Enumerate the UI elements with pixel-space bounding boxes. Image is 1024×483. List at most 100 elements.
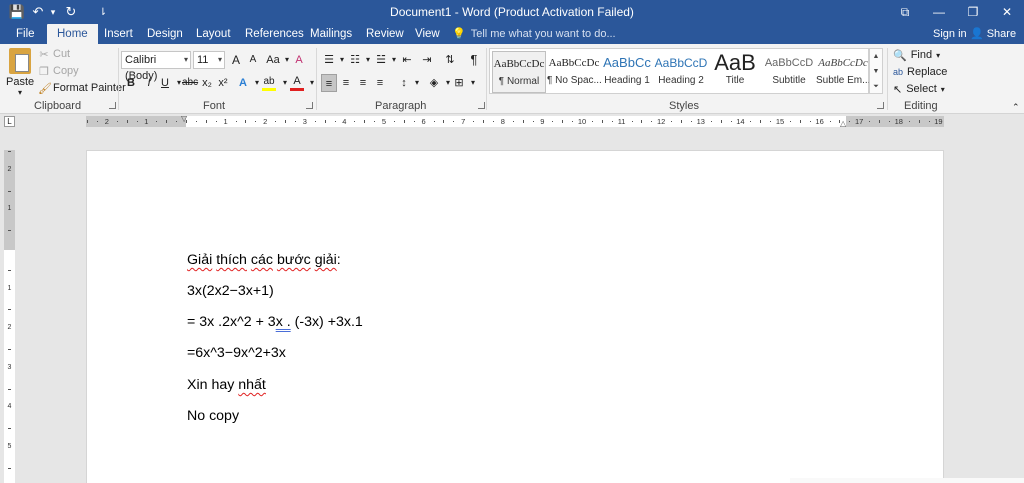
tab-mailings[interactable]: Mailings [304, 24, 358, 44]
vertical-ruler[interactable]: 2 1 1 2 3 4 5 [4, 150, 15, 483]
numbering-icon[interactable]: ☷ [348, 51, 362, 69]
ribbon-display-options-icon[interactable]: ⧉ [888, 0, 922, 24]
font-name-combo[interactable]: Calibri (Body) ▾ [121, 51, 191, 82]
chevron-down-icon[interactable]: ▾ [466, 74, 480, 92]
text-effects-button[interactable]: A [236, 74, 250, 92]
right-indent-marker-icon[interactable]: △ [840, 120, 846, 128]
multilevel-list-icon[interactable]: ☱ [374, 51, 388, 69]
document-paragraph[interactable]: No copy [187, 408, 239, 424]
tab-references[interactable]: References [239, 24, 310, 44]
style-subtle-emphasis[interactable]: AaBbCcDc Subtle Em... [816, 51, 870, 93]
close-icon[interactable]: ✕ [990, 0, 1024, 24]
document-paragraph[interactable]: = 3x .2x^2 + 3x . (-3x) +3x.1 [187, 314, 363, 330]
line-spacing-icon[interactable]: ↕ [397, 74, 411, 92]
chevron-down-icon[interactable]: ▾ [387, 51, 401, 69]
document-paragraph[interactable]: Xin hay nhất [187, 377, 266, 393]
italic-button[interactable]: I [142, 74, 156, 92]
subscript-button[interactable]: x₂ [200, 74, 214, 92]
scroll-down-icon[interactable]: ▼ [870, 64, 882, 79]
sort-icon[interactable]: ⇅ [443, 51, 457, 69]
chevron-down-icon: ▾ [183, 55, 188, 64]
select-button[interactable]: ↖ Select ▾ [893, 81, 945, 97]
borders-icon[interactable]: ⊞ [452, 74, 466, 92]
font-color-button[interactable]: A [290, 74, 304, 91]
paste-button[interactable]: Paste ▾ [6, 48, 34, 97]
tab-home[interactable]: Home [47, 24, 98, 45]
tab-selector[interactable]: L [4, 116, 15, 127]
document-page[interactable]: Giải thích các bước giải: 3x(2x2−3x+1) = 3… [86, 150, 944, 483]
clipboard-launcher-icon[interactable] [109, 102, 116, 109]
indent-marker-icon[interactable]: ▽ [181, 115, 187, 123]
font-size-combo[interactable]: 11 ▾ [193, 51, 225, 69]
clear-formatting-button[interactable]: A [292, 51, 306, 69]
minimize-icon[interactable]: — [922, 0, 956, 24]
style-heading-1[interactable]: AaBbCc Heading 1 [600, 51, 654, 93]
tab-insert[interactable]: Insert [98, 24, 139, 44]
style-heading-2[interactable]: AaBbCcD Heading 2 [654, 51, 708, 93]
document-paragraph[interactable]: Giải thích các bước giải: [187, 252, 341, 268]
tell-me-box[interactable]: 💡 Tell me what you want to do... [452, 24, 616, 44]
ruler-dot [730, 121, 732, 122]
ruler-number: 3 [302, 117, 307, 126]
font-launcher-icon[interactable] [306, 102, 313, 109]
ruler-tick [562, 120, 564, 123]
justify-icon[interactable]: ≡ [373, 74, 387, 92]
copy-button[interactable]: ❐ Copy [38, 63, 79, 79]
document-paragraph[interactable]: =6x^3−9x^2+3x [187, 345, 286, 361]
bold-button[interactable]: B [124, 74, 138, 92]
ruler-tick [87, 120, 88, 123]
style-no-spacing[interactable]: AaBbCcDc ¶ No Spac... [547, 51, 601, 93]
style-normal[interactable]: AaBbCcDc ¶ Normal [492, 51, 546, 93]
sign-in-link[interactable]: Sign in [933, 24, 967, 44]
horizontal-ruler[interactable]: 2 1 1 2 3 4 5 6 7 8 9 10 11 12 13 14 15 16 17 18 19 ▽ △ [86, 115, 944, 128]
chevron-down-icon[interactable]: ▾ [410, 74, 424, 92]
chevron-down-icon[interactable]: ▾ [335, 51, 349, 69]
tab-design[interactable]: Design [141, 24, 189, 44]
superscript-button[interactable]: x² [216, 74, 230, 92]
increase-indent-icon[interactable]: ⇥ [420, 51, 434, 69]
tab-view[interactable]: View [409, 24, 446, 44]
ruler-dot [849, 121, 851, 122]
tab-layout[interactable]: Layout [190, 24, 237, 44]
paragraph-launcher-icon[interactable] [478, 102, 485, 109]
grow-font-button[interactable]: A [229, 51, 243, 69]
format-painter-button[interactable]: 🖌 Format Painter [38, 80, 126, 96]
chevron-down-icon[interactable]: ▾ [361, 51, 375, 69]
vertical-ruler-tick [8, 269, 11, 271]
change-case-button[interactable]: Aa [266, 51, 280, 69]
scroll-up-icon[interactable]: ▲ [870, 49, 882, 64]
collapse-ribbon-icon[interactable]: ⌃ [1012, 102, 1020, 113]
style-title[interactable]: AaB Title [708, 51, 762, 93]
share-button[interactable]: 👤 Share [970, 24, 1016, 44]
strikethrough-button[interactable]: abc [182, 74, 198, 92]
replace-button[interactable]: ab Replace [893, 64, 947, 80]
ruler-number: 15 [775, 117, 785, 126]
styles-scroll[interactable]: ▲ ▼ ⏷ [869, 48, 883, 94]
underline-button[interactable]: U [158, 74, 172, 92]
shading-icon[interactable]: ◈ [427, 74, 441, 92]
show-marks-icon[interactable]: ¶ [467, 51, 481, 69]
restore-icon[interactable]: ❐ [956, 0, 990, 24]
find-button[interactable]: 🔍 Find ▾ [893, 47, 940, 63]
text-run: = 3x .2x^2 + 3 [187, 314, 276, 330]
styles-launcher-icon[interactable] [877, 102, 884, 109]
ruler-number: 5 [381, 117, 387, 126]
decrease-indent-icon[interactable]: ⇤ [400, 51, 414, 69]
shrink-font-button[interactable]: A [246, 51, 260, 69]
paste-dropdown-icon[interactable]: ▾ [6, 88, 34, 97]
ribbon: Paste ▾ ✂ Cut ❐ Copy 🖌 Format Painter Clipb… [0, 44, 1024, 114]
highlight-button[interactable]: ab [262, 74, 276, 91]
more-styles-icon[interactable]: ⏷ [870, 79, 882, 94]
align-right-icon[interactable]: ≡ [356, 74, 370, 92]
style-subtitle[interactable]: AaBbCcD Subtitle [762, 51, 816, 93]
tab-file[interactable]: File [10, 24, 41, 44]
bullets-icon[interactable]: ☰ [322, 51, 336, 69]
cut-button[interactable]: ✂ Cut [38, 46, 70, 62]
align-left-icon[interactable]: ≡ [321, 74, 337, 92]
text-run: (-3x) +3x.1 [290, 314, 363, 330]
ruler-dot [215, 121, 217, 122]
align-center-icon[interactable]: ≡ [339, 74, 353, 92]
tab-review[interactable]: Review [360, 24, 410, 44]
document-paragraph[interactable]: 3x(2x2−3x+1) [187, 283, 274, 299]
style-preview: AaBbCcDc [818, 57, 868, 69]
